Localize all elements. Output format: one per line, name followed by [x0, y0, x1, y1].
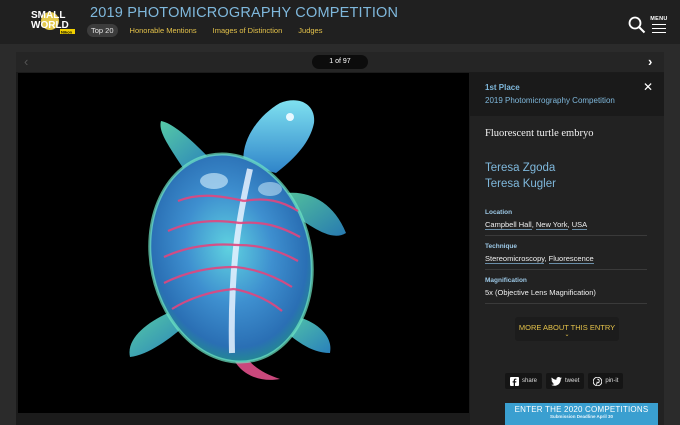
nav-judges[interactable]: Judges: [294, 24, 326, 37]
enter-label: ENTER THE 2020 COMPETITIONS: [514, 405, 649, 414]
technique-link[interactable]: Stereomicroscopy: [485, 254, 545, 264]
twitter-icon: [551, 376, 563, 386]
chevron-down-icon: ⌄: [564, 332, 570, 338]
twitter-share-button[interactable]: tweet: [546, 373, 585, 389]
pinterest-icon: [593, 376, 603, 386]
location-link[interactable]: New York: [535, 220, 568, 230]
divider: [485, 303, 647, 304]
nav-honorable-mentions[interactable]: Honorable Mentions: [126, 24, 201, 37]
next-arrow-icon[interactable]: ›: [648, 54, 652, 69]
technique-label: Technique: [485, 243, 518, 250]
nav-images-of-distinction[interactable]: Images of Distinction: [209, 24, 287, 37]
author-name[interactable]: Teresa Kugler: [485, 178, 556, 190]
svg-text:Nikon: Nikon: [61, 29, 73, 34]
divider: [485, 235, 647, 236]
facebook-icon: [510, 376, 519, 386]
magnification-label: Magnification: [485, 277, 527, 284]
entry-title: Fluorescent turtle embryo: [485, 128, 594, 139]
image-viewer: ‹ 1 of 97 › 1st Place 2019 Photomicrogra…: [16, 52, 664, 425]
entry-rank: 1st Place: [485, 83, 520, 92]
site-header: SMALL WORLD Nikon 2019 PHOTOMICROGRAPHY …: [0, 0, 680, 44]
location-label: Location: [485, 209, 513, 216]
location-link[interactable]: Campbell Hall: [485, 220, 532, 230]
enter-competition-button[interactable]: ENTER THE 2020 COMPETITIONS Submission D…: [505, 403, 658, 425]
location-value: Campbell Hall, New York, USA: [485, 220, 588, 230]
entry-info-panel: 1st Place 2019 Photomicrography Competit…: [470, 73, 664, 425]
magnification-value: 5x (Objective Lens Magnification): [485, 288, 596, 297]
menu-label: MENU: [650, 16, 668, 22]
facebook-share-button[interactable]: share: [505, 373, 543, 389]
submission-deadline: Submission Deadline April 30: [549, 414, 614, 419]
share-label: share: [522, 378, 538, 384]
technique-value: Stereomicroscopy, Fluorescence: [485, 254, 594, 264]
small-world-logo[interactable]: SMALL WORLD Nikon: [30, 7, 76, 35]
site-title[interactable]: 2019 PHOTOMICROGRAPHY COMPETITION: [90, 5, 398, 21]
entry-info-header: 1st Place 2019 Photomicrography Competit…: [470, 73, 664, 116]
more-about-entry-button[interactable]: MORE ABOUT THIS ENTRY ⌄: [515, 317, 619, 341]
close-icon[interactable]: ✕: [643, 80, 653, 94]
tweet-label: tweet: [565, 378, 580, 384]
turtle-embryo-photo[interactable]: [18, 73, 469, 413]
entry-competition: 2019 Photomicrography Competition: [485, 96, 615, 105]
top-nav: Top 20 Honorable Mentions Images of Dist…: [87, 24, 326, 37]
author-name[interactable]: Teresa Zgoda: [485, 162, 555, 174]
hamburger-icon: [652, 24, 666, 33]
nav-top-20[interactable]: Top 20: [87, 24, 118, 37]
viewer-topbar: ‹ 1 of 97 ›: [16, 52, 664, 72]
turtle-illustration: [129, 100, 346, 380]
pin-it-label: pin-it: [605, 378, 619, 384]
location-link[interactable]: USA: [571, 220, 588, 230]
more-about-label: MORE ABOUT THIS ENTRY: [518, 323, 616, 332]
technique-link[interactable]: Fluorescence: [548, 254, 594, 264]
image-counter: 1 of 97: [312, 55, 368, 69]
share-row: share tweet pin-it: [505, 373, 624, 389]
search-icon[interactable]: [628, 16, 646, 34]
prev-arrow-icon[interactable]: ‹: [24, 54, 28, 69]
pinterest-share-button[interactable]: pin-it: [588, 373, 624, 389]
menu-button[interactable]: MENU: [648, 16, 670, 36]
divider: [485, 269, 647, 270]
